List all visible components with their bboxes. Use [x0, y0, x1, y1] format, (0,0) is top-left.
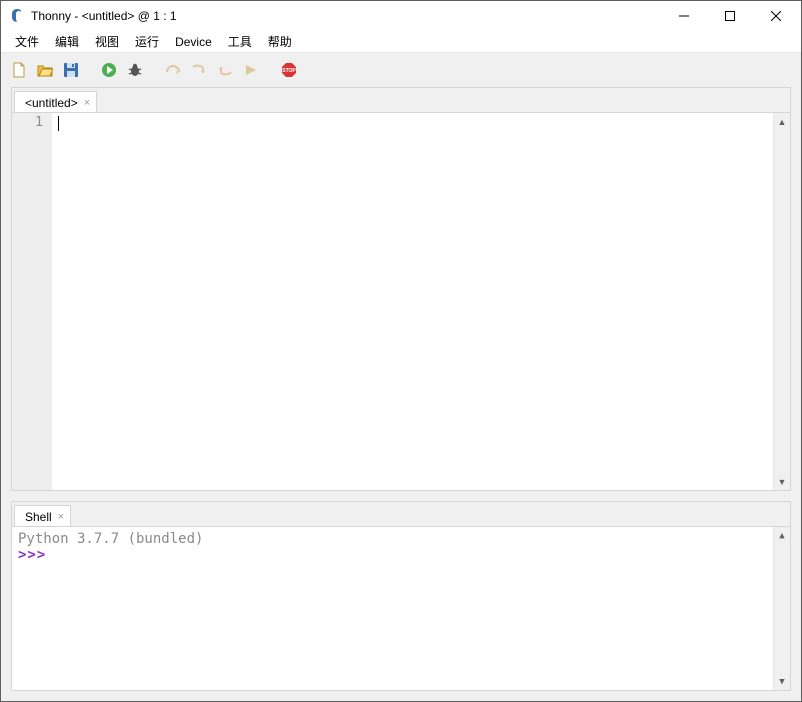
shell-tabbar: Shell ×	[12, 502, 790, 526]
window-title: Thonny - <untitled> @ 1 : 1	[31, 9, 661, 23]
menu-file[interactable]: 文件	[7, 31, 47, 52]
shell-body[interactable]: Python 3.7.7 (bundled) >>> ▲ ▼	[12, 526, 790, 690]
thonny-logo-icon	[9, 8, 25, 24]
stop-icon[interactable]: STOP	[279, 60, 299, 80]
toolbar: STOP	[1, 53, 801, 87]
menu-run[interactable]: 运行	[127, 31, 167, 52]
scroll-down-icon[interactable]: ▼	[774, 473, 790, 490]
menu-help[interactable]: 帮助	[260, 31, 300, 52]
content-area: <untitled> × 1 ▲ ▼	[1, 87, 801, 701]
shell-tab[interactable]: Shell ×	[14, 505, 71, 527]
minimize-button[interactable]	[661, 1, 707, 31]
close-button[interactable]	[753, 1, 799, 31]
shell-scrollbar[interactable]: ▲ ▼	[773, 527, 790, 690]
maximize-button[interactable]	[707, 1, 753, 31]
step-out-icon[interactable]	[215, 60, 235, 80]
editor-tab-label: <untitled>	[25, 96, 78, 110]
new-file-icon[interactable]	[9, 60, 29, 80]
menu-view[interactable]: 视图	[87, 31, 127, 52]
open-file-icon[interactable]	[35, 60, 55, 80]
text-caret	[58, 116, 59, 131]
menubar: 文件 编辑 视图 运行 Device 工具 帮助	[1, 31, 801, 53]
step-into-icon[interactable]	[189, 60, 209, 80]
close-shell-tab-icon[interactable]: ×	[58, 511, 64, 523]
scroll-up-icon[interactable]: ▲	[774, 527, 790, 544]
save-file-icon[interactable]	[61, 60, 81, 80]
editor-body: 1 ▲ ▼	[12, 112, 790, 490]
resume-icon[interactable]	[241, 60, 261, 80]
shell-pane: Shell × Python 3.7.7 (bundled) >>> ▲ ▼	[11, 501, 791, 691]
menu-device[interactable]: Device	[167, 33, 220, 51]
menu-edit[interactable]: 编辑	[47, 31, 87, 52]
run-icon[interactable]	[99, 60, 119, 80]
titlebar: Thonny - <untitled> @ 1 : 1	[1, 1, 801, 31]
debug-icon[interactable]	[125, 60, 145, 80]
menu-tools[interactable]: 工具	[220, 31, 260, 52]
shell-prompt: >>>	[18, 547, 46, 563]
editor-gutter: 1	[12, 113, 52, 490]
editor-pane: <untitled> × 1 ▲ ▼	[11, 87, 791, 491]
line-number: 1	[12, 115, 43, 130]
step-over-icon[interactable]	[163, 60, 183, 80]
app-window: Thonny - <untitled> @ 1 : 1 文件 编辑 视图 运行 …	[0, 0, 802, 702]
scroll-up-icon[interactable]: ▲	[774, 113, 790, 130]
close-tab-icon[interactable]: ×	[84, 97, 90, 109]
editor-tab[interactable]: <untitled> ×	[14, 91, 97, 113]
svg-text:STOP: STOP	[282, 68, 296, 74]
editor-scrollbar[interactable]: ▲ ▼	[773, 113, 790, 490]
shell-tab-label: Shell	[25, 510, 52, 524]
editor-tabbar: <untitled> ×	[12, 88, 790, 112]
code-editor[interactable]	[52, 113, 790, 490]
scroll-down-icon[interactable]: ▼	[774, 673, 790, 690]
shell-banner: Python 3.7.7 (bundled)	[18, 531, 784, 547]
